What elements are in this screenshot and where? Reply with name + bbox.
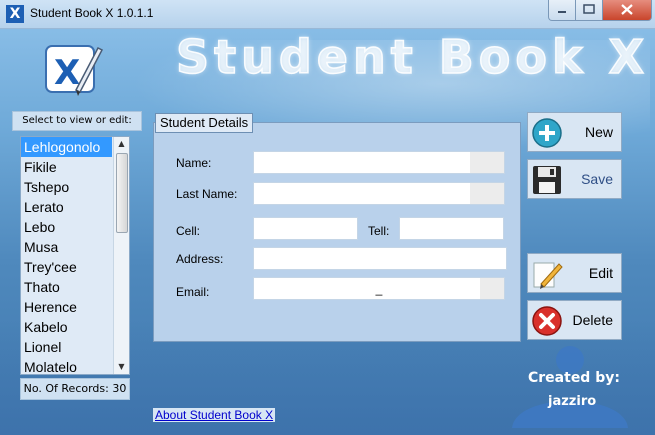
app-banner: Student Book X	[175, 29, 650, 85]
list-item[interactable]: Lehlogonolo	[21, 137, 112, 157]
user-icon	[512, 346, 628, 428]
cell-field[interactable]	[253, 217, 358, 240]
email-field[interactable]	[253, 277, 505, 300]
new-button[interactable]: New	[527, 112, 622, 152]
list-label: Select to view or edit:	[12, 111, 142, 131]
tell-input[interactable]	[400, 218, 503, 240]
list-item[interactable]: Herence	[21, 297, 112, 317]
last-name-label: Last Name:	[176, 187, 238, 201]
edit-button[interactable]: Edit	[527, 253, 622, 293]
list-item[interactable]: Lionel	[21, 337, 112, 357]
list-item[interactable]: Kabelo	[21, 317, 112, 337]
edit-button-label: Edit	[588, 265, 613, 281]
email-field-shade	[480, 278, 504, 299]
last-name-field[interactable]	[253, 182, 505, 205]
list-item[interactable]: Thato	[21, 277, 112, 297]
list-item[interactable]: Fikile	[21, 157, 112, 177]
delete-icon	[532, 306, 562, 336]
app-logo: X	[45, 45, 104, 96]
scroll-down-icon[interactable]: ▼	[114, 360, 129, 374]
email-input[interactable]	[254, 278, 504, 300]
last-name-input[interactable]	[254, 183, 504, 205]
email-label: Email:	[176, 285, 210, 299]
list-item[interactable]: Lebo	[21, 217, 112, 237]
list-item[interactable]: Musa	[21, 237, 112, 257]
svg-text:X: X	[54, 53, 80, 93]
name-label: Name:	[176, 156, 212, 170]
tell-field[interactable]	[399, 217, 504, 240]
details-title: Student Details	[155, 113, 254, 133]
minimize-button[interactable]	[548, 0, 576, 21]
cell-label: Cell:	[176, 224, 201, 238]
save-icon	[533, 166, 561, 194]
about-link[interactable]: About Student Book X	[153, 408, 276, 422]
tell-label: Tell:	[368, 224, 390, 238]
address-input[interactable]	[254, 248, 506, 270]
address-label: Address:	[176, 252, 224, 266]
app-icon: X	[6, 5, 24, 23]
delete-button[interactable]: Delete	[527, 300, 622, 340]
title-bar[interactable]: X Student Book X 1.0.1.1	[0, 0, 655, 29]
student-listbox[interactable]: Lehlogonolo Fikile Tshepo Lerato Lebo Musa Tre…	[20, 136, 130, 375]
records-count: No. Of Records: 30	[20, 378, 130, 400]
created-by-label: Created by:	[528, 370, 620, 386]
app-window: X Student Book X 1.0.1.1 X Student Book …	[0, 0, 655, 435]
address-field[interactable]	[253, 247, 507, 270]
scroll-thumb[interactable]	[116, 153, 128, 233]
last-name-field-shade	[470, 183, 504, 204]
edit-icon	[533, 262, 563, 289]
list-item[interactable]: Trey'cee	[21, 257, 112, 277]
maximize-button[interactable]	[575, 0, 603, 21]
creator-name: jazziro	[548, 394, 597, 409]
name-field[interactable]	[253, 151, 505, 174]
creator-badge: Created by: jazziro	[510, 342, 650, 430]
close-button[interactable]	[602, 0, 652, 21]
list-item[interactable]: Molatelo	[21, 357, 112, 374]
scroll-up-icon[interactable]: ▲	[114, 137, 129, 151]
save-button[interactable]: Save	[527, 159, 622, 199]
new-button-label: New	[584, 124, 613, 140]
name-input[interactable]	[254, 152, 504, 174]
cell-input[interactable]	[254, 218, 357, 240]
delete-button-label: Delete	[572, 312, 613, 328]
name-field-shade	[470, 152, 504, 173]
add-icon	[532, 118, 562, 148]
list-scrollbar[interactable]: ▲ ▼	[113, 137, 129, 374]
window-title: Student Book X 1.0.1.1	[30, 6, 154, 20]
list-item[interactable]: Lerato	[21, 197, 112, 217]
save-button-label: Save	[581, 171, 613, 187]
list-item[interactable]: Tshepo	[21, 177, 112, 197]
